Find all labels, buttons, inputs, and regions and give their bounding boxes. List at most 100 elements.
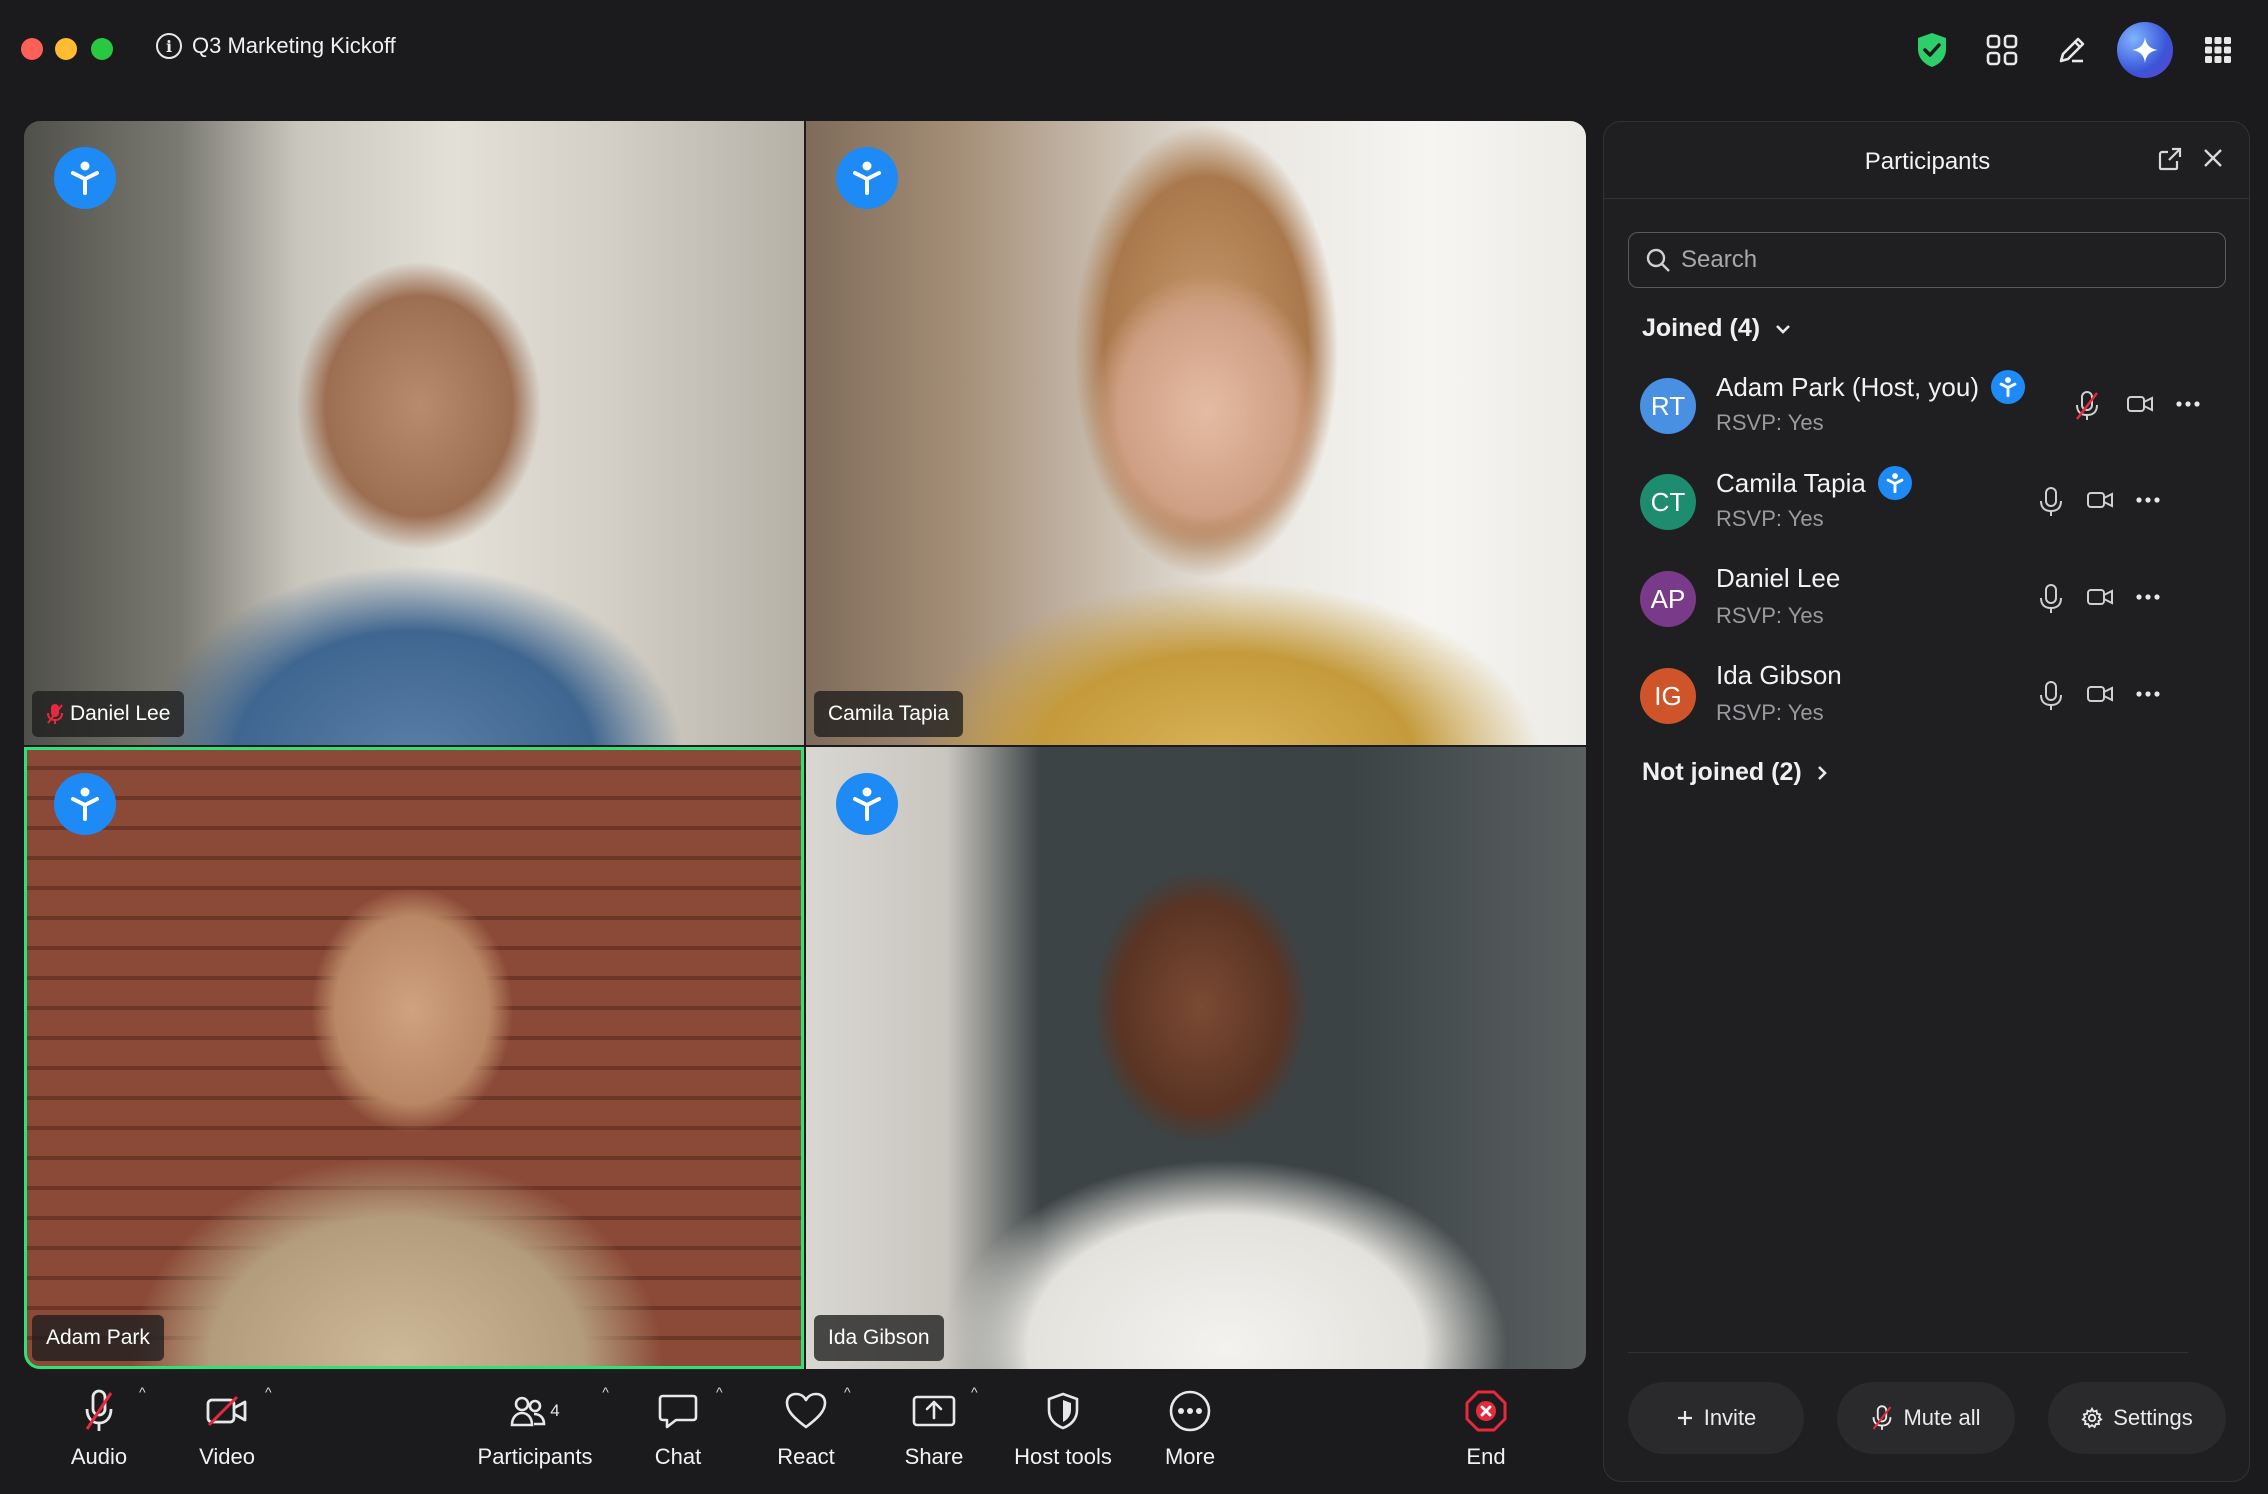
participants-button[interactable]: 4 ^ Participants <box>472 1384 609 1470</box>
divider <box>1604 198 2249 199</box>
more-options-icon[interactable] <box>2174 392 2202 421</box>
participant-name: Camila Tapia <box>1716 466 1912 500</box>
chat-label: Chat <box>654 1444 702 1469</box>
camera-icon[interactable] <box>2086 490 2114 515</box>
camera-icon[interactable] <box>2126 394 2154 419</box>
mic-icon[interactable] <box>2038 680 2064 717</box>
accessibility-badge-icon <box>54 147 116 209</box>
apps-grid-icon[interactable] <box>2194 26 2242 74</box>
control-bar: ^ Audio ^ Video 4 ^ Participants ^ Chat … <box>0 1372 1610 1494</box>
participant-name: Ida Gibson <box>1716 660 1842 691</box>
more-options-icon[interactable] <box>2134 488 2162 517</box>
end-button[interactable]: End <box>1456 1386 1516 1470</box>
audio-label: Audio <box>70 1444 128 1469</box>
video-button[interactable]: ^ Video <box>192 1384 272 1470</box>
chevron-down-icon <box>1776 324 1790 334</box>
participant-row[interactable]: RT Adam Park (Host, you) RSVP: Yes <box>1640 366 2210 448</box>
video-tile-daniel-lee[interactable]: Daniel Lee <box>24 121 804 745</box>
participant-name-text: Ida Gibson <box>1716 660 1842 690</box>
end-label: End <box>1466 1444 1506 1469</box>
more-options-icon[interactable] <box>2134 682 2162 711</box>
ai-assistant-button[interactable] <box>2117 22 2173 78</box>
share-options-caret[interactable]: ^ <box>971 1384 978 1400</box>
security-shield-icon[interactable] <box>1908 26 1956 74</box>
participant-name-text: Adam Park (Host, you) <box>1716 371 1979 402</box>
close-icon[interactable] <box>2201 146 2225 175</box>
chat-options-caret[interactable]: ^ <box>716 1384 723 1400</box>
sparkle-icon <box>2132 37 2158 63</box>
participants-count: 4 <box>550 1401 560 1420</box>
muted-mic-icon <box>1873 1405 1892 1430</box>
name-tag: Adam Park <box>32 1315 164 1361</box>
mic-icon[interactable] <box>2038 486 2064 523</box>
more-label: More <box>1164 1444 1216 1469</box>
rsvp-status: RSVP: Yes <box>1716 506 1824 531</box>
camera-icon[interactable] <box>2086 587 2114 612</box>
rsvp-status: RSVP: Yes <box>1716 603 1824 628</box>
minimize-window-button[interactable] <box>55 38 77 60</box>
participant-row[interactable]: IG Ida Gibson RSVP: Yes <box>1640 656 2210 738</box>
react-button[interactable]: ^ React <box>776 1384 850 1470</box>
video-tile-adam-park[interactable]: Adam Park <box>24 747 804 1369</box>
joined-label: Joined (4) <box>1642 314 1761 342</box>
video-off-icon <box>206 1395 247 1427</box>
video-tile-camila-tapia[interactable]: Camila Tapia <box>806 121 1586 745</box>
share-button[interactable]: ^ Share <box>904 1384 978 1470</box>
not-joined-label: Not joined (2) <box>1642 758 1802 786</box>
chat-button[interactable]: ^ Chat <box>648 1384 723 1470</box>
react-options-caret[interactable]: ^ <box>844 1384 851 1400</box>
audio-button[interactable]: ^ Audio <box>64 1384 146 1470</box>
participant-name-text: Camila Tapia <box>1716 467 1866 498</box>
muted-mic-icon <box>85 1389 113 1431</box>
rsvp-status: RSVP: Yes <box>1716 410 1824 435</box>
meeting-info-button[interactable]: i Q3 Marketing Kickoff <box>156 33 396 59</box>
muted-mic-icon <box>47 704 63 724</box>
video-label: Video <box>199 1444 255 1469</box>
share-screen-icon <box>912 1395 956 1427</box>
layout-icon[interactable] <box>1978 26 2026 74</box>
accessibility-badge-icon <box>1877 466 1912 500</box>
more-button[interactable]: More <box>1160 1386 1220 1470</box>
search-input[interactable] <box>1681 246 2201 274</box>
react-label: React <box>777 1444 835 1469</box>
more-options-icon[interactable] <box>2134 585 2162 614</box>
mute-all-button[interactable]: Mute all <box>1837 1382 2015 1454</box>
pencil-icon[interactable] <box>2048 26 2096 74</box>
video-options-caret[interactable]: ^ <box>265 1384 272 1400</box>
avatar: CT <box>1640 474 1696 530</box>
participants-panel: Participants Joined (4) RT Adam Park (Ho… <box>1603 121 2250 1482</box>
accessibility-badge-icon <box>1990 370 2025 404</box>
host-shield-icon <box>1047 1392 1079 1430</box>
meeting-title: Q3 Marketing Kickoff <box>192 33 396 58</box>
name-tag: Camila Tapia <box>814 691 964 737</box>
tile-name: Camila Tapia <box>828 702 950 725</box>
close-window-button[interactable] <box>21 38 43 60</box>
settings-label: Settings <box>2113 1405 2193 1430</box>
avatar: RT <box>1640 378 1696 434</box>
settings-button[interactable]: Settings <box>2048 1382 2226 1454</box>
popout-icon[interactable] <box>2157 146 2183 177</box>
accessibility-badge-icon <box>836 147 898 209</box>
not-joined-section-toggle[interactable]: Not joined (2) <box>1642 758 1828 787</box>
more-dots-icon <box>1169 1390 1211 1432</box>
video-tile-ida-gibson[interactable]: Ida Gibson <box>806 747 1586 1369</box>
participants-label: Participants <box>477 1444 593 1469</box>
participants-options-caret[interactable]: ^ <box>602 1384 609 1400</box>
muted-mic-icon[interactable] <box>2074 390 2100 427</box>
participant-row[interactable]: CT Camila Tapia RSVP: Yes <box>1640 462 2210 544</box>
search-field[interactable] <box>1628 232 2226 288</box>
joined-section-toggle[interactable]: Joined (4) <box>1642 314 1792 343</box>
rsvp-status: RSVP: Yes <box>1716 700 1824 725</box>
avatar: IG <box>1640 668 1696 724</box>
zoom-window-button[interactable] <box>91 38 113 60</box>
chevron-right-icon <box>1817 765 1827 780</box>
participant-row[interactable]: AP Daniel Lee RSVP: Yes <box>1640 559 2210 641</box>
name-tag: Ida Gibson <box>814 1315 944 1361</box>
host-tools-button[interactable]: Host tools <box>1008 1386 1118 1470</box>
mute-all-label: Mute all <box>1903 1405 1981 1430</box>
camera-icon[interactable] <box>2086 684 2114 709</box>
host-tools-label: Host tools <box>1014 1444 1112 1469</box>
audio-options-caret[interactable]: ^ <box>139 1384 146 1400</box>
mic-icon[interactable] <box>2038 583 2064 620</box>
invite-button[interactable]: Invite <box>1628 1382 1804 1454</box>
